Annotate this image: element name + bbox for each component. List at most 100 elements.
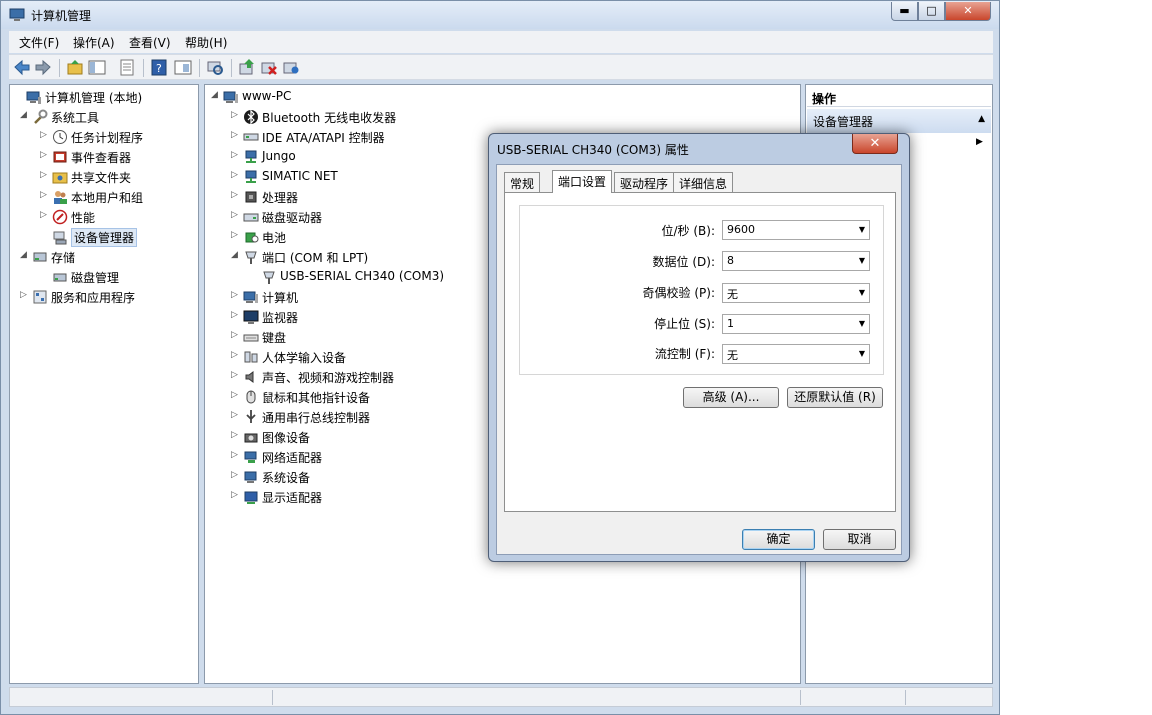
cancel-button[interactable]: 取消 — [823, 529, 896, 550]
expand-arrow-icon[interactable]: ▷ — [231, 190, 241, 200]
help-icon[interactable]: ? — [149, 58, 169, 77]
tab-driver[interactable]: 驱动程序 — [614, 172, 675, 192]
expand-arrow-icon[interactable]: ▷ — [231, 350, 241, 360]
disk-management-icon — [52, 269, 68, 285]
storage-icon — [32, 249, 48, 265]
update-driver-icon[interactable] — [237, 58, 257, 77]
computer-icon — [223, 89, 239, 105]
expand-arrow-icon[interactable]: ▷ — [231, 450, 241, 460]
baud-rate-select[interactable]: 9600 ▼ — [722, 220, 870, 240]
ok-button[interactable]: 确定 — [742, 529, 815, 550]
menu-help[interactable]: 帮助(H) — [185, 34, 227, 51]
tab-details[interactable]: 详细信息 — [673, 172, 734, 192]
actions-device-manager[interactable]: 设备管理器 ▲ — [807, 109, 991, 133]
expand-arrow-icon[interactable]: ▷ — [231, 310, 241, 320]
back-icon[interactable] — [12, 58, 32, 77]
expand-arrow-icon[interactable]: ▷ — [40, 190, 50, 200]
menu-action[interactable]: 操作(A) — [73, 34, 115, 51]
console-tree-icon[interactable] — [87, 58, 107, 77]
shared-folder-icon — [52, 169, 68, 185]
stop-bits-select[interactable]: 1 ▼ — [722, 314, 870, 334]
computer-icon — [243, 289, 259, 305]
device-tree-label: IDE ATA/ATAPI 控制器 — [262, 131, 385, 145]
mouse-icon — [243, 389, 259, 405]
device-tree-item[interactable]: ▷ Bluetooth 无线电收发器 — [231, 108, 591, 126]
expanded-arrow-icon[interactable]: ◢ — [20, 250, 30, 260]
restore-defaults-button[interactable]: 还原默认值 (R) — [787, 387, 883, 408]
tab-general[interactable]: 常规 — [504, 172, 541, 192]
expand-arrow-icon[interactable]: ▷ — [40, 130, 50, 140]
device-tree-label: 声音、视频和游戏控制器 — [262, 371, 395, 385]
properties-dialog: USB-SERIAL CH340 (COM3) 属性 ✕ 常规 端口设置 驱动程… — [488, 133, 910, 562]
menu-file[interactable]: 文件(F) — [19, 34, 59, 51]
collapse-up-icon[interactable]: ▲ — [978, 114, 985, 124]
expand-arrow-icon[interactable]: ▷ — [20, 290, 30, 300]
toolbar-separator — [199, 59, 200, 77]
data-bits-select[interactable]: 8 ▼ — [722, 251, 870, 271]
usb-icon — [243, 409, 259, 425]
tab-port-settings[interactable]: 端口设置 — [552, 170, 613, 193]
expanded-arrow-icon[interactable]: ◢ — [211, 90, 221, 100]
flow-control-select[interactable]: 无 ▼ — [722, 344, 870, 364]
dialog-body: 常规 端口设置 驱动程序 详细信息 位/秒 (B): 9600 ▼ 数据位 (D)… — [496, 164, 902, 555]
expand-arrow-icon[interactable]: ▷ — [231, 230, 241, 240]
export-list-icon[interactable] — [117, 58, 137, 77]
minimize-button[interactable]: ▬ — [891, 2, 918, 21]
scan-hardware-icon[interactable] — [205, 58, 225, 77]
enable-device-icon[interactable] — [281, 58, 301, 77]
up-folder-icon[interactable] — [65, 58, 85, 77]
device-tree-label: 端口 (COM 和 LPT) — [262, 251, 369, 265]
device-tree-label: www-PC — [242, 89, 292, 103]
uninstall-icon[interactable] — [259, 58, 279, 77]
more-actions-icon[interactable]: ▶ — [976, 137, 983, 147]
nav-tree-label: 性能 — [71, 211, 96, 225]
chevron-down-icon: ▼ — [858, 349, 865, 358]
expand-arrow-icon[interactable]: ▷ — [40, 170, 50, 180]
expand-arrow-icon[interactable]: ▷ — [231, 150, 241, 160]
port-settings-panel: 位/秒 (B): 9600 ▼ 数据位 (D): 8 ▼ 奇偶校验 (P): 无 ▼ … — [504, 192, 896, 512]
close-button[interactable]: ✕ — [945, 2, 991, 21]
console-tree: 计算机管理 (本地) ◢ 系统工具 ▷ 任务计划程序 ▷ 事件查看器 ▷ 共享文件夹 ▷ 本地用户和… — [9, 84, 199, 684]
properties-icon[interactable] — [173, 58, 193, 77]
device-tree-label: 处理器 — [262, 191, 299, 205]
chevron-down-icon: ▼ — [858, 225, 865, 234]
baud-rate-label: 位/秒 (B): — [661, 224, 716, 238]
expand-arrow-icon[interactable]: ▷ — [231, 410, 241, 420]
dialog-title: USB-SERIAL CH340 (COM3) 属性 — [497, 143, 689, 157]
expanded-arrow-icon[interactable]: ◢ — [231, 250, 241, 260]
device-tree-item[interactable]: ◢ www-PC — [211, 88, 571, 106]
expand-arrow-icon[interactable]: ▷ — [40, 210, 50, 220]
nav-tree-label: 存储 — [51, 251, 76, 265]
flow-control-value: 无 — [727, 349, 738, 362]
expanded-arrow-icon[interactable]: ◢ — [20, 110, 30, 120]
parity-select[interactable]: 无 ▼ — [722, 283, 870, 303]
expand-arrow-icon[interactable]: ▷ — [231, 390, 241, 400]
nav-tree-label: 任务计划程序 — [71, 131, 144, 145]
data-bits-value: 8 — [727, 254, 734, 267]
expand-arrow-icon[interactable]: ▷ — [231, 370, 241, 380]
expand-arrow-icon[interactable]: ▷ — [231, 290, 241, 300]
expand-arrow-icon[interactable]: ▷ — [231, 430, 241, 440]
device-tree-label: 磁盘驱动器 — [262, 211, 323, 225]
menu-view[interactable]: 查看(V) — [129, 34, 171, 51]
title-bar[interactable]: 计算机管理 ▬ □ ✕ — [1, 1, 999, 29]
expand-arrow-icon[interactable]: ▷ — [231, 330, 241, 340]
status-divider — [272, 690, 273, 705]
expand-arrow-icon[interactable]: ▷ — [231, 110, 241, 120]
actions-header: 操作 — [807, 87, 991, 107]
performance-icon — [52, 209, 68, 225]
advanced-button[interactable]: 高级 (A)... — [683, 387, 779, 408]
forward-icon[interactable] — [33, 58, 53, 77]
expand-arrow-icon[interactable]: ▷ — [231, 210, 241, 220]
expand-arrow-icon[interactable]: ▷ — [40, 150, 50, 160]
expand-arrow-icon[interactable]: ▷ — [231, 170, 241, 180]
toolbar-separator — [143, 59, 144, 77]
expand-arrow-icon[interactable]: ▷ — [231, 470, 241, 480]
dialog-close-button[interactable]: ✕ — [852, 134, 898, 154]
computer-management-icon — [26, 89, 42, 105]
speaker-icon — [243, 369, 259, 385]
expand-arrow-icon[interactable]: ▷ — [231, 490, 241, 500]
bluetooth-icon — [243, 109, 259, 125]
expand-arrow-icon[interactable]: ▷ — [231, 130, 241, 140]
maximize-button[interactable]: □ — [918, 2, 945, 21]
